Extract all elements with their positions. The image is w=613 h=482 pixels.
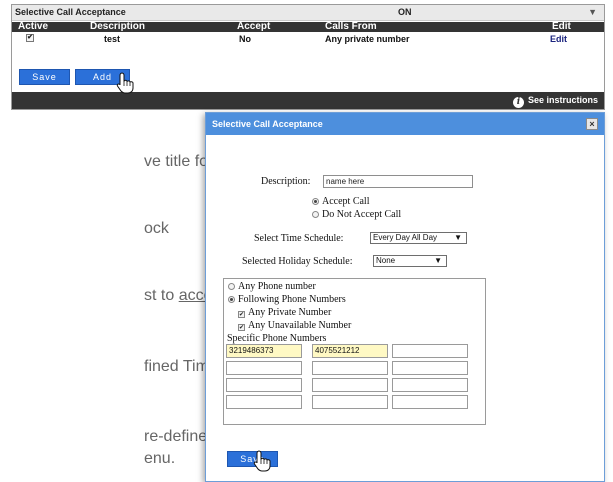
column-header-calls-from: Calls From xyxy=(325,21,377,32)
info-icon: i xyxy=(512,97,524,108)
table-header: Active Description Accept Calls From Edi… xyxy=(12,21,604,32)
any-private-number-label: Any Private Number xyxy=(248,307,332,318)
radio-icon[interactable] xyxy=(228,296,235,303)
dropdown-caret-icon: ▼ xyxy=(454,233,462,242)
doc-text-line: ock xyxy=(144,220,169,237)
phone-number-cell[interactable] xyxy=(312,395,388,409)
time-schedule-value: Every Day All Day xyxy=(373,233,438,242)
table-row: ✔ test No Any private number Edit xyxy=(12,32,604,46)
accept-call-label: Accept Call xyxy=(322,196,370,207)
any-private-number-option[interactable]: ✔ Any Private Number xyxy=(238,307,331,318)
phone-number-cell[interactable] xyxy=(312,378,388,392)
row-calls-from: Any private number xyxy=(325,34,410,44)
time-schedule-select[interactable]: Every Day All Day ▼ xyxy=(370,232,467,244)
phone-number-cell[interactable]: 4075521212 xyxy=(312,344,388,358)
column-header-description: Description xyxy=(90,21,146,32)
phone-number-cell[interactable]: 3219486373 xyxy=(226,344,302,358)
doc-text-line: enu. xyxy=(144,450,176,467)
background-call-acceptance-panel: Selective Call Acceptance ON ▼ Active De… xyxy=(11,4,605,110)
column-header-accept: Accept xyxy=(237,21,271,32)
phone-number-cell[interactable] xyxy=(392,395,468,409)
hand-cursor-icon xyxy=(116,72,134,94)
phone-number-cell[interactable] xyxy=(226,395,302,409)
description-label: Description: xyxy=(261,176,311,187)
any-unavailable-number-label: Any Unavailable Number xyxy=(248,320,352,331)
panel-header[interactable]: Selective Call Acceptance ON ▼ xyxy=(12,5,604,21)
panel-footer: i See instructions xyxy=(12,92,604,109)
specific-numbers-label: Specific Phone Numbers xyxy=(227,333,327,344)
see-instructions-label: See instructions xyxy=(527,95,598,105)
radio-icon[interactable] xyxy=(312,198,319,205)
accept-call-option[interactable]: Accept Call xyxy=(312,196,369,207)
phone-number-cell[interactable] xyxy=(312,361,388,375)
following-numbers-label: Following Phone Numbers xyxy=(238,294,346,305)
row-edit-link[interactable]: Edit xyxy=(550,34,567,44)
doc-text-line: st to xyxy=(144,287,175,304)
active-checkbox[interactable]: ✔ xyxy=(26,34,34,42)
column-header-active: Active xyxy=(18,21,49,32)
expand-arrow-icon[interactable]: ▼ xyxy=(588,7,597,17)
do-not-accept-option[interactable]: Do Not Accept Call xyxy=(312,209,401,220)
dropdown-caret-icon: ▼ xyxy=(434,256,442,265)
phone-number-cell[interactable] xyxy=(392,361,468,375)
phone-numbers-group: Any Phone number Following Phone Numbers… xyxy=(223,278,486,425)
dialog-titlebar[interactable]: Selective Call Acceptance × xyxy=(206,113,604,135)
description-field[interactable] xyxy=(323,175,473,188)
phone-number-cell[interactable] xyxy=(392,378,468,392)
selective-call-acceptance-dialog: Selective Call Acceptance × Description:… xyxy=(205,112,605,482)
save-button[interactable]: Save xyxy=(19,69,70,85)
phone-number-cell[interactable] xyxy=(226,378,302,392)
close-icon[interactable]: × xyxy=(586,118,598,130)
time-schedule-label: Select Time Schedule: xyxy=(254,233,344,244)
following-numbers-option[interactable]: Following Phone Numbers xyxy=(228,294,346,305)
hand-cursor-icon xyxy=(253,450,271,472)
doc-text-line: ve title for xyxy=(144,153,214,170)
holiday-schedule-value: None xyxy=(376,256,396,265)
row-accept: No xyxy=(239,34,251,44)
do-not-accept-label: Do Not Accept Call xyxy=(322,209,402,220)
status-value: ON xyxy=(398,7,412,17)
any-phone-number-option[interactable]: Any Phone number xyxy=(228,281,316,292)
radio-icon[interactable] xyxy=(228,283,235,290)
dialog-title: Selective Call Acceptance xyxy=(212,119,323,129)
see-instructions-link[interactable]: i See instructions xyxy=(512,95,598,108)
holiday-schedule-label: Selected Holiday Schedule: xyxy=(242,256,353,267)
any-phone-number-label: Any Phone number xyxy=(238,281,316,292)
row-description: test xyxy=(104,34,121,44)
column-header-edit: Edit xyxy=(552,21,571,32)
any-unavailable-number-option[interactable]: ✔ Any Unavailable Number xyxy=(238,320,351,331)
radio-icon[interactable] xyxy=(312,211,319,218)
holiday-schedule-select[interactable]: None ▼ xyxy=(373,255,447,267)
checkbox-icon[interactable]: ✔ xyxy=(238,324,245,331)
checkbox-icon[interactable]: ✔ xyxy=(238,311,245,318)
panel-title: Selective Call Acceptance xyxy=(15,7,126,17)
phone-number-cell[interactable] xyxy=(226,361,302,375)
phone-number-cell[interactable] xyxy=(392,344,468,358)
